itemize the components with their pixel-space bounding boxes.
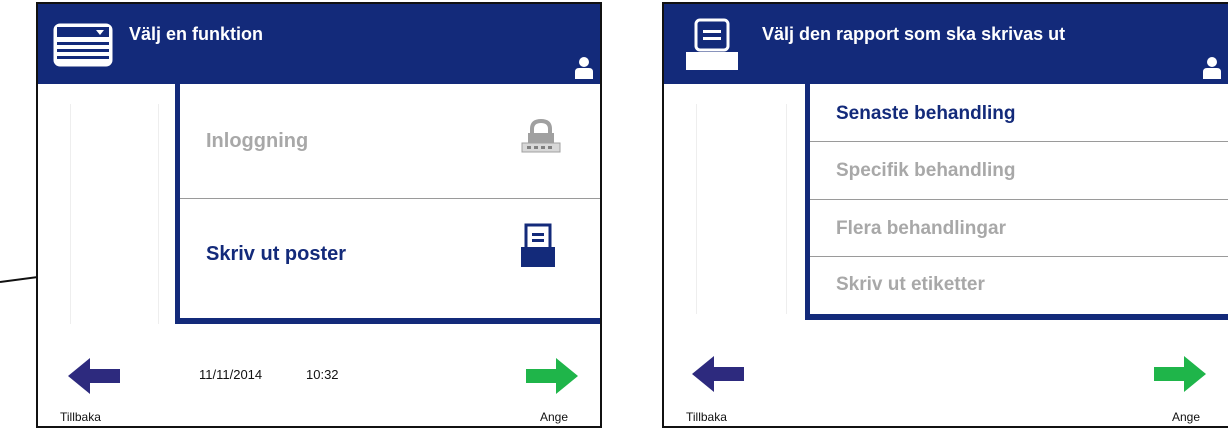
enter-label[interactable]: Ange — [540, 410, 568, 424]
menu-item-label: Senaste behandling — [836, 103, 1016, 124]
page-title: Välj en funktion — [129, 24, 264, 44]
menu-item-print-records[interactable]: Skriv ut poster — [180, 199, 600, 312]
menu-item-print-labels[interactable]: Skriv ut etiketter — [810, 257, 1228, 314]
function-screen: Välj en funktion Inloggning Skriv ut pos… — [36, 2, 602, 428]
function-menu: Inloggning Skriv ut poster — [175, 84, 600, 324]
menu-item-label: Skriv ut etiketter — [836, 274, 985, 295]
enter-arrow-icon[interactable] — [524, 356, 580, 396]
header: Välj en funktion — [38, 4, 600, 84]
back-label[interactable]: Tillbaka — [60, 410, 101, 424]
enter-label[interactable]: Ange — [1172, 410, 1200, 424]
menu-item-latest-treatment[interactable]: Senaste behandling — [810, 84, 1228, 141]
padlock-icon — [521, 119, 561, 153]
printer-icon — [686, 18, 738, 70]
menu-item-specific-treatment[interactable]: Specifik behandling — [810, 142, 1228, 199]
time-display: 10:32 — [306, 367, 339, 382]
enter-arrow-icon[interactable] — [1152, 354, 1208, 394]
menu-item-label: Flera behandlingar — [836, 218, 1006, 239]
menu-item-login[interactable]: Inloggning — [180, 84, 600, 197]
date-display: 11/11/2014 — [199, 367, 263, 382]
page-title: Välj den rapport som ska skrivas ut — [762, 24, 1066, 44]
header: Välj den rapport som ska skrivas ut — [664, 4, 1228, 84]
back-arrow-icon[interactable] — [66, 356, 122, 396]
printer-icon — [521, 223, 555, 267]
menu-item-label: Specifik behandling — [836, 160, 1016, 181]
report-menu: Senaste behandling Specifik behandling F… — [805, 84, 1228, 320]
menu-item-label: Inloggning — [206, 130, 309, 152]
menu-item-multiple-treatments[interactable]: Flera behandlingar — [810, 200, 1228, 257]
report-screen: Välj den rapport som ska skrivas ut Sena… — [662, 2, 1228, 428]
user-icon — [1203, 57, 1221, 79]
back-arrow-icon[interactable] — [690, 354, 746, 394]
back-label[interactable]: Tillbaka — [686, 410, 727, 424]
menu-card-icon — [53, 23, 113, 67]
user-icon — [575, 57, 593, 79]
menu-item-label: Skriv ut poster — [206, 243, 347, 265]
